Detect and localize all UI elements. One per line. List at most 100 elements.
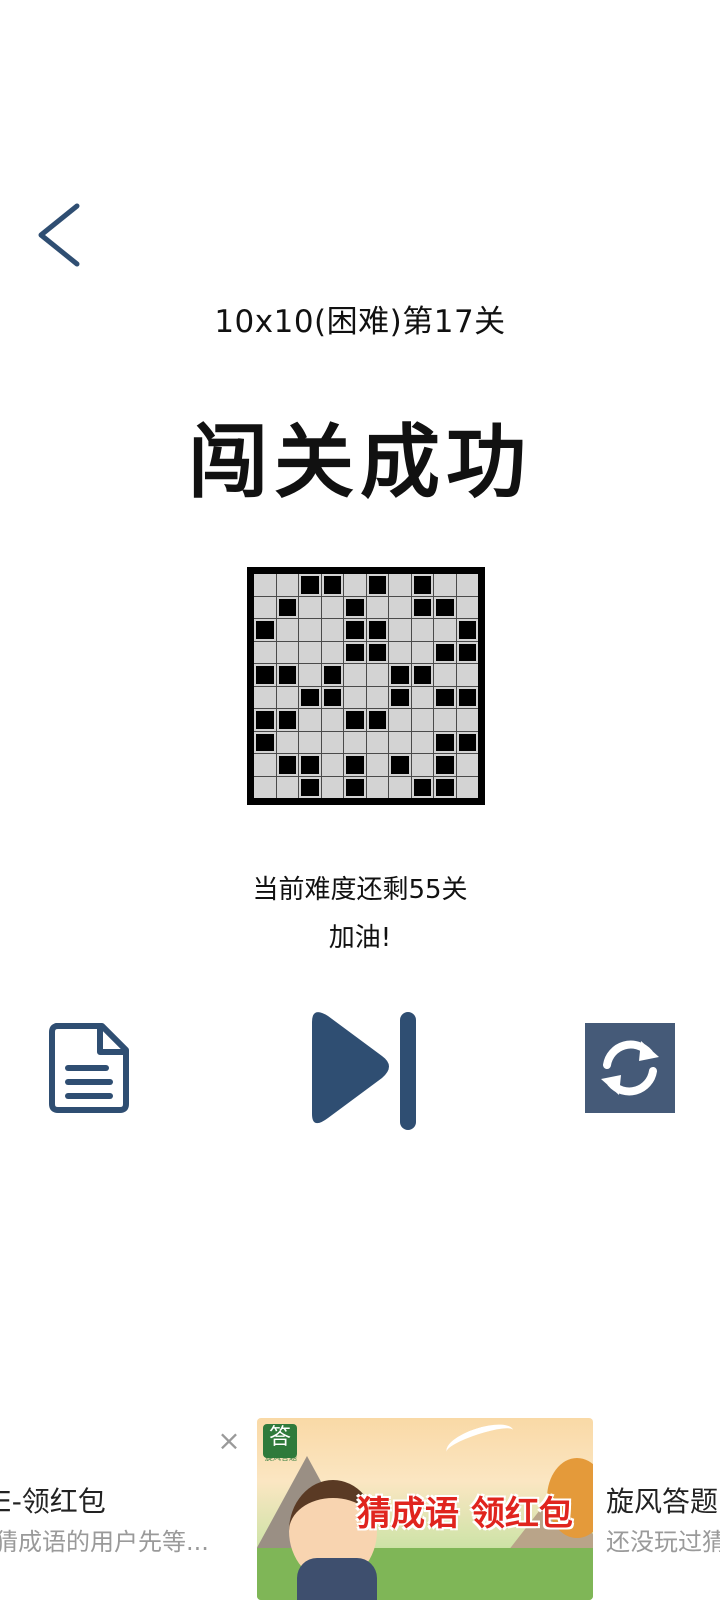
empty-cell <box>299 709 321 731</box>
level-complete-screen: 10x10(困难)第17关 闯关成功 当前难度还剩55关 加油! E-领红包 猜… <box>0 0 720 1600</box>
back-button[interactable] <box>28 200 88 270</box>
rules-button[interactable] <box>46 1020 132 1116</box>
puzzle-grid <box>254 574 478 798</box>
empty-cell <box>321 619 343 641</box>
empty-cell <box>366 776 388 798</box>
empty-cell <box>411 686 433 708</box>
filled-cell <box>434 776 456 798</box>
empty-cell <box>411 709 433 731</box>
ad-app-logo-label: 旋风答题 <box>265 1453 297 1462</box>
ad-close-icon[interactable]: × <box>216 1427 242 1455</box>
filled-cell <box>366 641 388 663</box>
filled-cell <box>411 664 433 686</box>
remaining-levels-text: 当前难度还剩55关 <box>252 875 468 905</box>
restart-button[interactable] <box>585 1023 675 1113</box>
empty-cell <box>254 574 276 596</box>
empty-cell <box>344 731 366 753</box>
filled-cell <box>344 596 366 618</box>
empty-cell <box>389 641 411 663</box>
empty-cell <box>299 619 321 641</box>
filled-cell <box>366 574 388 596</box>
empty-cell <box>411 731 433 753</box>
filled-cell <box>344 709 366 731</box>
success-title: 闯关成功 <box>188 416 532 509</box>
empty-cell <box>276 574 298 596</box>
empty-cell <box>456 596 478 618</box>
filled-cell <box>434 731 456 753</box>
ad-left-title[interactable]: E-领红包 <box>0 1480 106 1520</box>
filled-cell <box>276 596 298 618</box>
filled-cell <box>299 686 321 708</box>
empty-cell <box>254 776 276 798</box>
empty-cell <box>456 664 478 686</box>
character-body <box>297 1558 377 1600</box>
ad-left-subtitle[interactable]: 猜成语的用户先等... <box>0 1522 209 1557</box>
empty-cell <box>276 776 298 798</box>
empty-cell <box>276 641 298 663</box>
empty-cell <box>344 574 366 596</box>
filled-cell <box>434 754 456 776</box>
empty-cell <box>321 776 343 798</box>
filled-cell <box>434 641 456 663</box>
empty-cell <box>434 709 456 731</box>
filled-cell <box>254 619 276 641</box>
empty-cell <box>389 709 411 731</box>
empty-cell <box>299 596 321 618</box>
empty-cell <box>366 596 388 618</box>
filled-cell <box>456 619 478 641</box>
filled-cell <box>254 731 276 753</box>
filled-cell <box>299 574 321 596</box>
empty-cell <box>456 754 478 776</box>
filled-cell <box>321 574 343 596</box>
empty-cell <box>411 641 433 663</box>
filled-cell <box>344 776 366 798</box>
filled-cell <box>456 641 478 663</box>
bird-shape <box>442 1418 518 1465</box>
ad-image[interactable]: 答 旋风答题 猜成语 领红包 <box>257 1418 593 1600</box>
cheer-text: 加油! <box>328 923 392 953</box>
puzzle-board <box>247 567 485 805</box>
skip-next-icon <box>312 1012 416 1130</box>
empty-cell <box>411 619 433 641</box>
empty-cell <box>456 776 478 798</box>
empty-cell <box>366 686 388 708</box>
empty-cell <box>344 664 366 686</box>
filled-cell <box>321 686 343 708</box>
empty-cell <box>434 619 456 641</box>
empty-cell <box>321 754 343 776</box>
filled-cell <box>299 754 321 776</box>
filled-cell <box>299 776 321 798</box>
filled-cell <box>344 754 366 776</box>
empty-cell <box>299 641 321 663</box>
empty-cell <box>276 619 298 641</box>
level-title: 10x10(困难)第17关 <box>214 304 506 340</box>
next-level-button[interactable] <box>296 1008 426 1134</box>
filled-cell <box>366 709 388 731</box>
filled-cell <box>411 574 433 596</box>
ad-right-subtitle[interactable]: 还没玩过猜 <box>606 1522 720 1557</box>
refresh-icon <box>601 1040 659 1096</box>
filled-cell <box>389 664 411 686</box>
filled-cell <box>456 731 478 753</box>
empty-cell <box>299 731 321 753</box>
empty-cell <box>276 731 298 753</box>
filled-cell <box>389 686 411 708</box>
empty-cell <box>389 574 411 596</box>
filled-cell <box>434 596 456 618</box>
ad-banner: E-领红包 猜成语的用户先等... × 答 旋风答题 猜成语 领红包 旋风答题 … <box>0 1418 720 1600</box>
chevron-left-icon <box>38 203 80 267</box>
empty-cell <box>299 664 321 686</box>
empty-cell <box>321 596 343 618</box>
filled-cell <box>411 596 433 618</box>
empty-cell <box>366 754 388 776</box>
ad-slogan: 猜成语 领红包 <box>357 1494 573 1534</box>
filled-cell <box>411 776 433 798</box>
empty-cell <box>389 776 411 798</box>
filled-cell <box>254 664 276 686</box>
empty-cell <box>434 664 456 686</box>
filled-cell <box>276 709 298 731</box>
filled-cell <box>366 619 388 641</box>
empty-cell <box>344 686 366 708</box>
ad-right-title[interactable]: 旋风答题 <box>606 1480 718 1520</box>
empty-cell <box>254 686 276 708</box>
